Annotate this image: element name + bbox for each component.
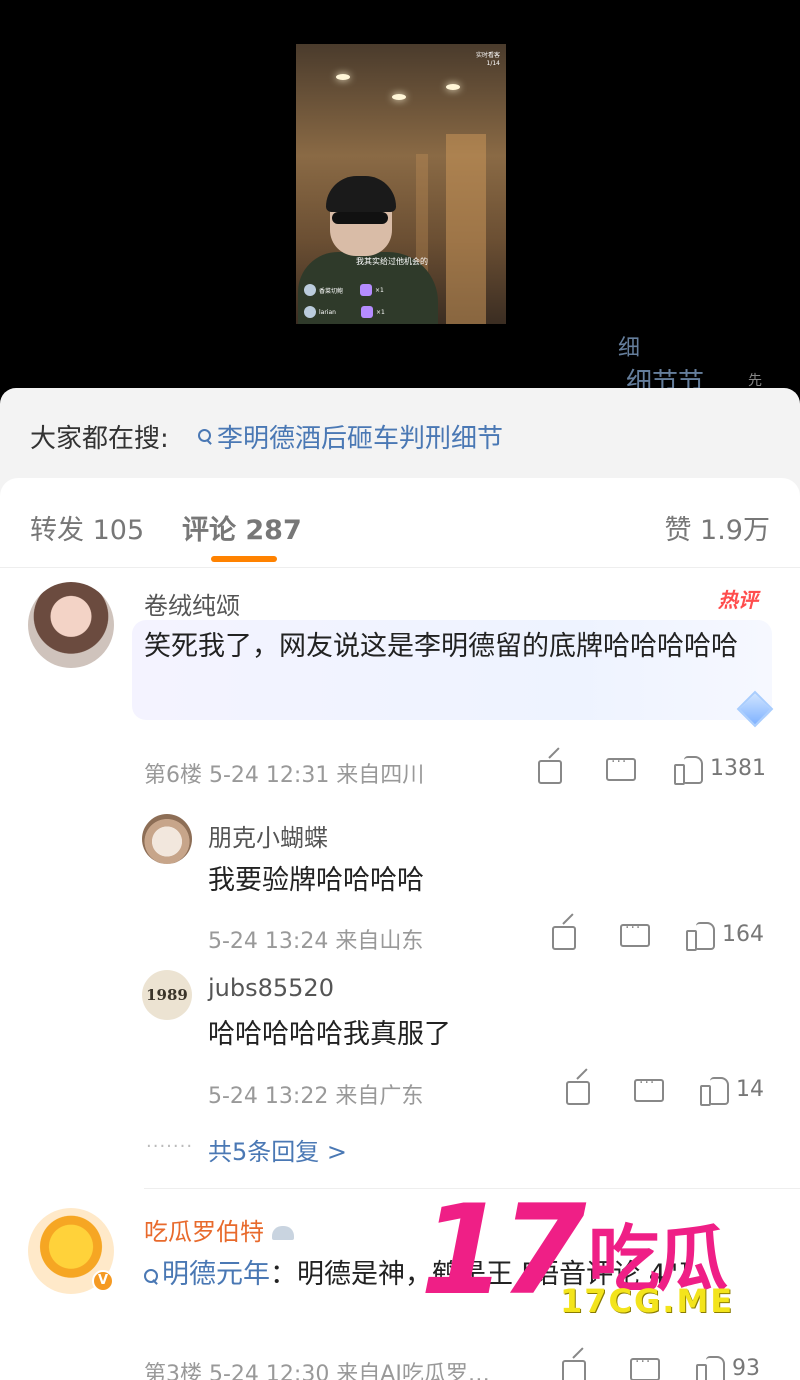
gift-gem-icon xyxy=(360,306,373,318)
video-background: 实时看客 1/14 我其实给过他机会的 香菜切鲍 ×1 larian ×1 细 … xyxy=(0,0,800,400)
search-icon xyxy=(198,429,213,444)
person-hair xyxy=(326,176,396,212)
ceiling-light xyxy=(336,74,350,80)
hot-comment-badge: 热评 xyxy=(718,588,758,612)
viewer-avatar xyxy=(304,284,316,296)
reply-thread-dots: ······· xyxy=(146,1136,194,1157)
video-caption: 我其实给过他机会的 xyxy=(356,257,428,266)
viewer-avatar xyxy=(304,306,316,318)
reply-button[interactable] xyxy=(606,754,636,782)
search-suggestion-link[interactable]: 李明德酒后砸车判刑细节 xyxy=(198,418,503,455)
search-icon xyxy=(144,1269,158,1283)
share-icon xyxy=(562,1356,588,1380)
reply-author[interactable]: 朋克小蝴蝶 xyxy=(208,818,328,853)
tab-comments[interactable]: 评论 287 xyxy=(182,508,302,547)
like-button[interactable]: 14 xyxy=(700,1075,764,1106)
reply-button[interactable] xyxy=(634,1075,664,1103)
gift-gem-icon xyxy=(360,284,373,296)
share-icon xyxy=(552,922,578,950)
active-tab-indicator xyxy=(211,556,277,562)
share-button[interactable] xyxy=(552,922,578,950)
like-icon xyxy=(700,1075,730,1106)
avatar[interactable] xyxy=(28,582,114,668)
like-button[interactable]: 93 xyxy=(696,1354,760,1380)
reply-button[interactable] xyxy=(620,920,650,948)
tab-likes[interactable]: 赞 1.9万 xyxy=(664,508,770,547)
like-button[interactable]: 1381 xyxy=(674,754,766,785)
reply-text: 哈哈哈哈哈我真服了 xyxy=(208,1019,451,1050)
share-button[interactable] xyxy=(566,1077,592,1105)
like-icon xyxy=(674,754,704,785)
video-counter: 实时看客 1/14 xyxy=(475,52,500,67)
verified-badge: V xyxy=(92,1270,114,1292)
comment-meta: 第6楼 5-24 12:31 来自四川 xyxy=(144,763,425,788)
reply-meta: 5-24 13:24 来自山东 xyxy=(208,929,424,954)
ceiling-light xyxy=(392,94,406,100)
viewer-row: larian ×1 xyxy=(304,306,385,318)
topic-link[interactable]: 明德元年 xyxy=(144,1259,270,1290)
share-button[interactable] xyxy=(538,756,564,784)
avatar[interactable] xyxy=(142,814,192,864)
view-more-replies[interactable]: 共5条回复 > xyxy=(208,1132,347,1167)
share-icon xyxy=(566,1077,592,1105)
avatar[interactable]: 1989 xyxy=(142,970,192,1020)
comment-author[interactable]: 卷绒纯颂 xyxy=(144,586,240,621)
reply-meta: 5-24 13:22 来自广东 xyxy=(208,1084,424,1109)
reply-author[interactable]: jubs85520 xyxy=(208,974,334,1002)
member-crown-icon xyxy=(272,1226,294,1240)
comment-meta: 第3楼 5-24 12:30 来自AI吃瓜罗… xyxy=(144,1362,490,1380)
tab-repost[interactable]: 转发 105 xyxy=(30,508,144,547)
like-icon xyxy=(686,920,716,951)
comment-icon xyxy=(634,1075,664,1103)
like-button[interactable]: 164 xyxy=(686,920,764,951)
comment-icon xyxy=(620,920,650,948)
share-icon xyxy=(538,756,564,784)
comment-icon xyxy=(606,754,636,782)
share-button[interactable] xyxy=(562,1356,588,1380)
reply-button[interactable] xyxy=(630,1354,660,1380)
comment-icon xyxy=(630,1354,660,1380)
reply-text: 我要验牌哈哈哈哈 xyxy=(208,865,424,896)
sunglasses xyxy=(332,212,388,224)
comment-author[interactable]: 吃瓜罗伯特 xyxy=(144,1212,294,1247)
ceiling-light xyxy=(446,84,460,90)
like-icon xyxy=(696,1354,726,1380)
search-suggestion-label: 大家都在搜: xyxy=(30,424,169,454)
watermark-site-text: 17CG.ME xyxy=(560,1282,735,1320)
divider xyxy=(144,1188,800,1189)
tab-bar: 转发 105 评论 287 赞 1.9万 xyxy=(0,478,800,568)
viewer-row: 香菜切鲍 ×1 xyxy=(304,284,384,296)
video-thumbnail[interactable]: 实时看客 1/14 我其实给过他机会的 香菜切鲍 ×1 larian ×1 xyxy=(296,44,506,324)
comment-text: 笑死我了，网友说这是李明德留的底牌哈哈哈哈哈 xyxy=(144,631,738,662)
background-pillar xyxy=(446,134,486,324)
